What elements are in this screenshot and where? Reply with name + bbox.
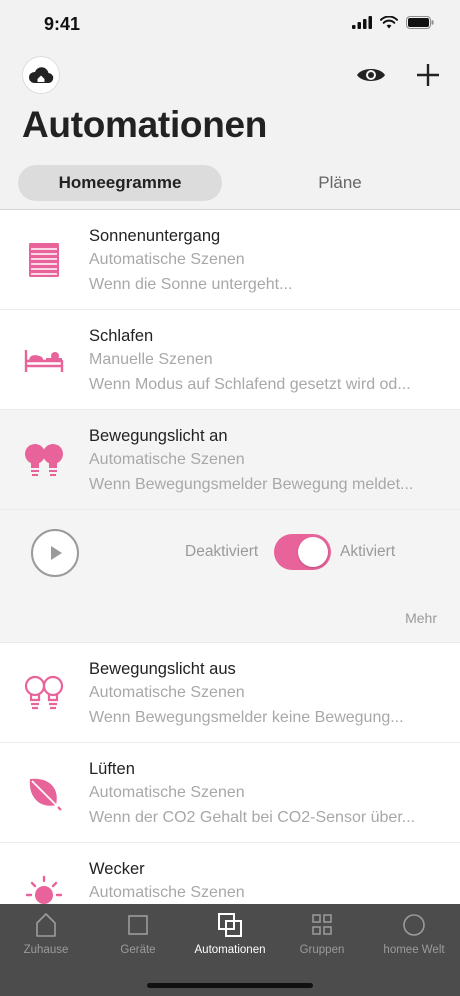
expanded-panel: Deaktiviert Aktiviert Mehr <box>0 510 460 643</box>
item-title: Sonnenuntergang <box>89 227 221 245</box>
blinds-icon <box>22 238 66 282</box>
wifi-icon <box>380 16 398 29</box>
item-description: Wenn Bewegungsmelder Bewegung meldet... <box>89 476 414 493</box>
circle-icon <box>401 912 427 938</box>
automation-list: Sonnenuntergang Automatische Szenen Wenn… <box>0 209 460 943</box>
item-title: Schlafen <box>89 327 154 345</box>
status-icons <box>352 16 434 29</box>
status-time: 9:41 <box>44 14 81 34</box>
page-title: Automationen <box>22 104 268 145</box>
tab-label: Automationen <box>194 944 266 956</box>
toggle-off-label: Deaktiviert <box>185 543 259 560</box>
tab-label: Gruppen <box>299 944 345 956</box>
battery-icon <box>406 16 434 29</box>
list-item[interactable]: Sonnenuntergang Automatische Szenen Wenn… <box>0 210 460 310</box>
tab-plaene[interactable]: Pläne <box>238 165 442 201</box>
grid-icon <box>309 912 335 938</box>
eye-icon <box>357 69 385 81</box>
home-indicator <box>147 983 313 988</box>
list-item[interactable]: Lüften Automatische Szenen Wenn der CO2 … <box>0 743 460 843</box>
item-type: Automatische Szenen <box>89 884 245 901</box>
item-type: Automatische Szenen <box>89 684 245 701</box>
item-description: Wenn Modus auf Schlafend gesetzt wird od… <box>89 376 411 393</box>
tab-geraete[interactable]: Geräte <box>92 912 184 956</box>
cloud-home-button[interactable] <box>22 56 60 94</box>
item-type: Manuelle Szenen <box>89 351 213 368</box>
item-description: Wenn die Sonne untergeht... <box>89 276 293 293</box>
item-title: Wecker <box>89 860 145 878</box>
tab-zuhause[interactable]: Zuhause <box>0 912 92 956</box>
tab-label: homee Welt <box>383 944 445 956</box>
item-title: Bewegungslicht aus <box>89 660 236 678</box>
tab-homeegramme[interactable]: Homeegramme <box>18 165 222 201</box>
status-bar: 9:41 <box>0 0 460 50</box>
active-toggle[interactable] <box>274 534 331 570</box>
toggle-on-label: Aktiviert <box>340 543 396 560</box>
tab-automationen[interactable]: Automationen <box>184 912 276 956</box>
bed-icon <box>22 338 66 382</box>
tab-gruppen[interactable]: Gruppen <box>276 912 368 956</box>
list-item[interactable]: Bewegungslicht an Automatische Szenen We… <box>0 410 460 510</box>
item-type: Automatische Szenen <box>89 784 245 801</box>
add-button[interactable] <box>414 61 442 89</box>
cloud-home-icon <box>28 67 54 84</box>
item-type: Automatische Szenen <box>89 451 245 468</box>
leaf-icon <box>22 771 66 815</box>
plus-icon <box>417 64 439 86</box>
tab-label: Zuhause <box>23 944 69 956</box>
segmented-control: Homeegramme Pläne <box>18 165 442 201</box>
item-title: Lüften <box>89 760 135 778</box>
item-title: Bewegungslicht an <box>89 427 228 445</box>
more-link[interactable]: Mehr <box>405 610 437 626</box>
item-description: Wenn Bewegungsmelder keine Bewegung... <box>89 709 404 726</box>
item-type: Automatische Szenen <box>89 251 245 268</box>
signal-icon <box>352 16 372 29</box>
toggle-knob <box>298 537 328 567</box>
overlapping-squares-icon <box>217 912 243 938</box>
list-item[interactable]: Schlafen Manuelle Szenen Wenn Modus auf … <box>0 310 460 410</box>
list-item[interactable]: Bewegungslicht aus Automatische Szenen W… <box>0 643 460 743</box>
bulbs-filled-icon <box>22 438 66 482</box>
play-button[interactable] <box>31 529 79 577</box>
square-icon <box>125 912 151 938</box>
tab-homee-welt[interactable]: homee Welt <box>368 912 460 956</box>
visibility-button[interactable] <box>355 64 387 86</box>
tab-label: Geräte <box>120 944 156 956</box>
item-description: Wenn der CO2 Gehalt bei CO2-Sensor über.… <box>89 809 416 826</box>
bulbs-outline-icon <box>22 671 66 715</box>
tab-bar: Zuhause Geräte Automationen Gruppen home… <box>0 904 460 996</box>
top-actions <box>0 56 460 96</box>
play-icon <box>51 546 62 560</box>
house-icon <box>33 912 59 938</box>
